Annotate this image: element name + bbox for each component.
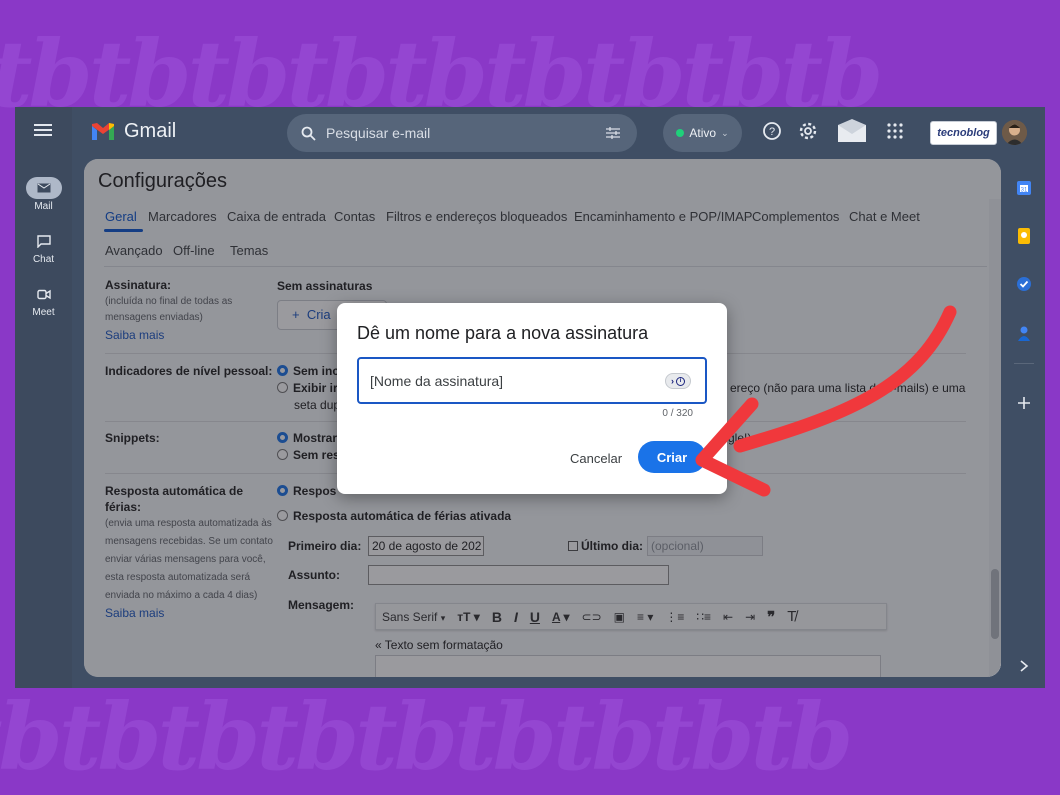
main-menu-icon[interactable] [34,124,52,136]
video-icon [26,283,62,305]
help-icon[interactable]: ? [762,121,782,141]
mail-icon [25,177,62,199]
avatar[interactable] [1002,120,1027,145]
nav-item-mail[interactable]: Mail [15,177,72,212]
chevron-down-icon: ⌄ [721,127,729,138]
search-options-icon[interactable] [605,126,621,140]
nav-label-meet: Meet [32,307,55,318]
calendar-icon[interactable]: 31 [1015,179,1033,197]
gear-icon[interactable] [798,121,818,141]
chevron-right-icon[interactable] [1019,659,1029,673]
add-icon[interactable] [1015,394,1033,412]
left-nav-rail: Mail Chat Meet [15,107,72,688]
status-selector[interactable]: Ativo ⌄ [663,114,742,152]
create-button[interactable]: Criar [638,441,706,473]
status-label: Ativo [689,126,717,140]
nav-item-chat[interactable]: Chat [15,230,72,265]
gmail-logo[interactable]: Gmail [90,120,176,143]
search-bar[interactable]: Pesquisar e-mail [287,114,637,152]
search-placeholder: Pesquisar e-mail [326,125,431,141]
signature-name-value: [Nome da assinatura] [370,372,504,389]
apps-grid-icon[interactable] [887,123,903,139]
keep-icon[interactable] [1015,227,1033,245]
svg-text:31: 31 [1021,188,1028,194]
envelope-icon[interactable] [837,119,867,143]
nav-label-mail: Mail [34,201,53,212]
search-icon[interactable] [301,126,316,141]
nav-item-meet[interactable]: Meet [15,283,72,318]
status-dot-icon [676,129,685,137]
chat-icon [26,230,62,252]
side-panel: 31 [1007,169,1045,688]
tasks-icon[interactable] [1015,275,1033,293]
character-counter: 0 / 320 [662,408,693,419]
side-divider [1014,363,1034,364]
contacts-icon[interactable] [1015,324,1033,342]
cancel-button[interactable]: Cancelar [570,451,622,466]
password-manager-icon[interactable]: › i [665,373,691,389]
app-name: Gmail [124,120,177,142]
nav-label-chat: Chat [32,254,55,265]
svg-text:?: ? [769,126,775,138]
gmail-m-icon [92,122,114,140]
new-signature-dialog: Dê um nome para a nova assinatura [Nome … [337,303,727,494]
dialog-title: Dê um nome para a nova assinatura [357,323,649,343]
tecnoblog-badge[interactable]: tecnoblog [930,121,997,145]
signature-name-input[interactable]: [Nome da assinatura] › i [357,357,707,404]
